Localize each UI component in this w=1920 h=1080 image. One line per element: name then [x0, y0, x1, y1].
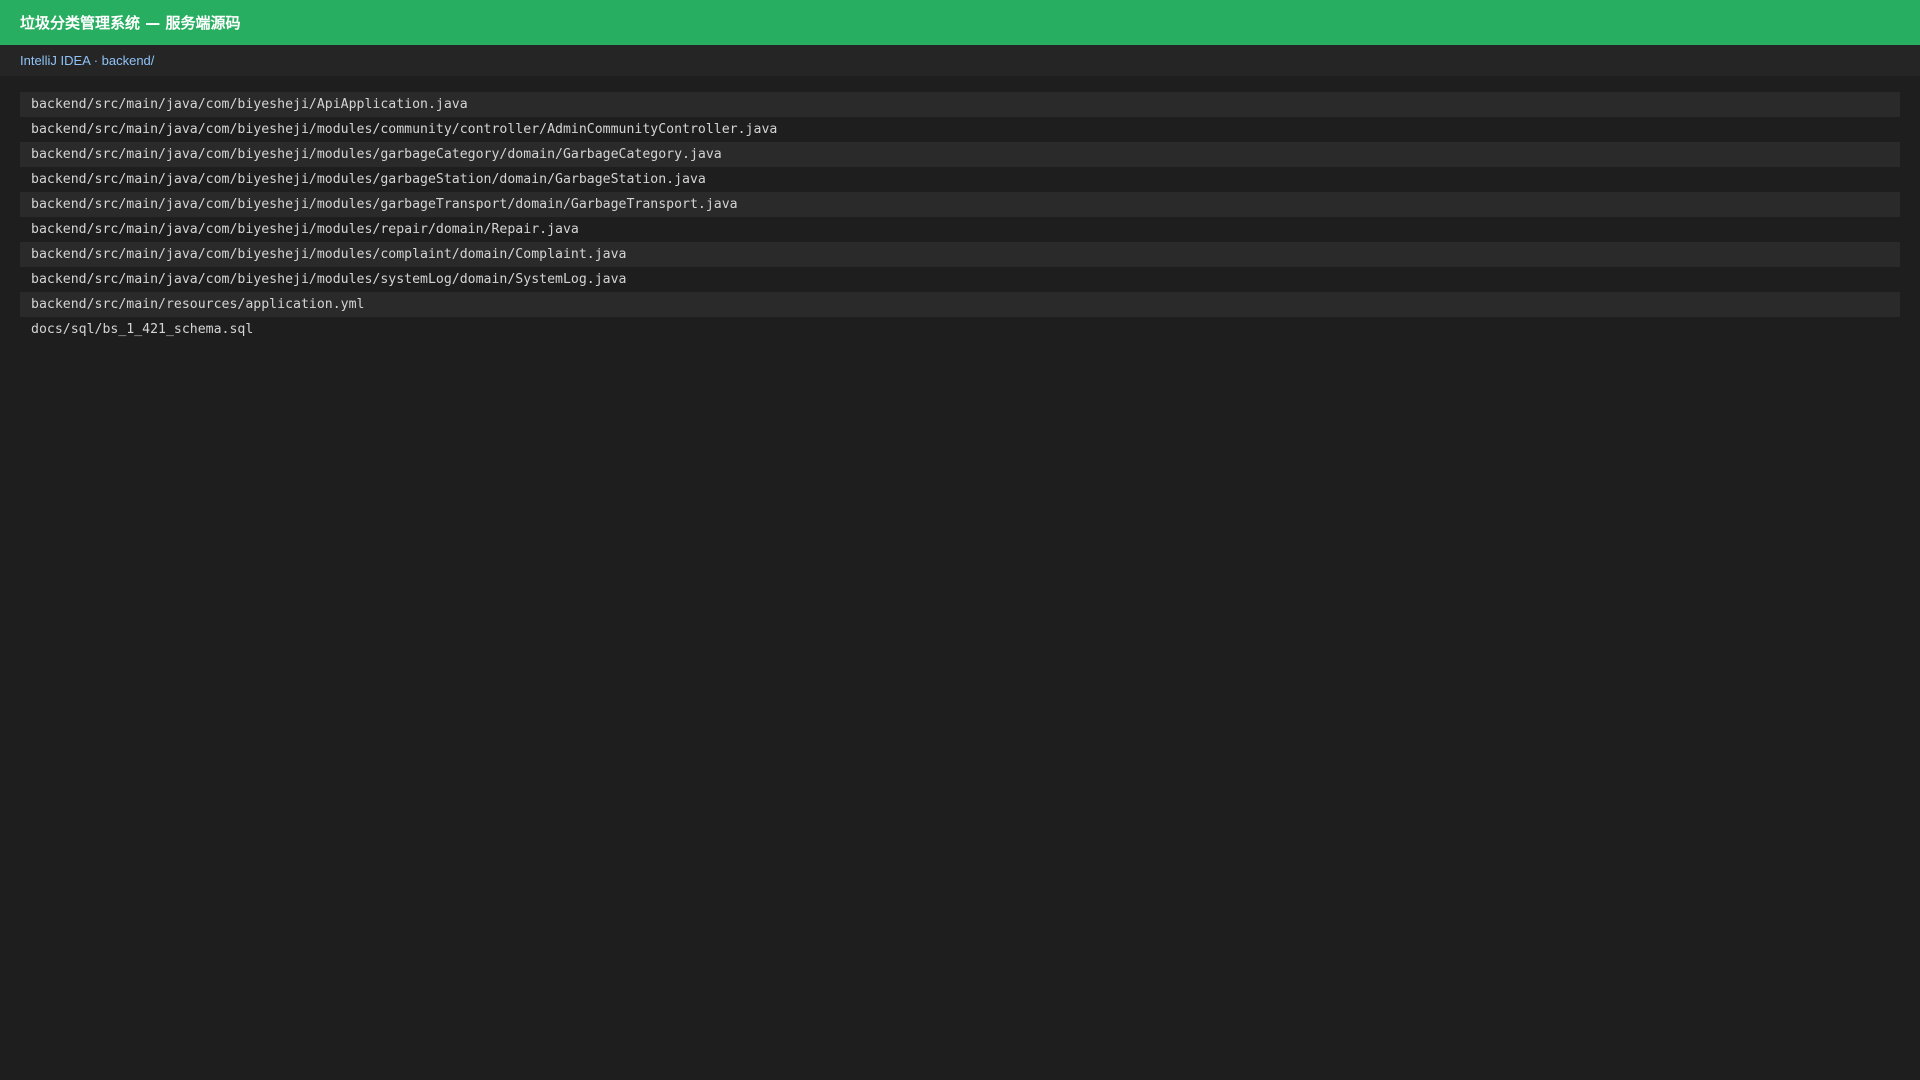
file-item[interactable]: docs/sql/bs_1_421_schema.sql	[20, 317, 1900, 342]
file-list: backend/src/main/java/com/biyesheji/ApiA…	[20, 92, 1900, 342]
file-item[interactable]: backend/src/main/java/com/biyesheji/modu…	[20, 242, 1900, 267]
breadcrumb-text[interactable]: IntelliJ IDEA · backend/	[20, 53, 154, 68]
file-item[interactable]: backend/src/main/java/com/biyesheji/modu…	[20, 267, 1900, 292]
file-item[interactable]: backend/src/main/java/com/biyesheji/modu…	[20, 142, 1900, 167]
file-item[interactable]: backend/src/main/java/com/biyesheji/modu…	[20, 117, 1900, 142]
file-item[interactable]: backend/src/main/java/com/biyesheji/modu…	[20, 167, 1900, 192]
file-item[interactable]: backend/src/main/java/com/biyesheji/ApiA…	[20, 92, 1900, 117]
page-title: 垃圾分类管理系统 — 服务端源码	[20, 14, 241, 32]
app-header: 垃圾分类管理系统 — 服务端源码	[0, 0, 1920, 45]
file-item[interactable]: backend/src/main/java/com/biyesheji/modu…	[20, 217, 1900, 242]
breadcrumb: IntelliJ IDEA · backend/	[0, 45, 1920, 76]
file-item[interactable]: backend/src/main/resources/application.y…	[20, 292, 1900, 317]
file-item[interactable]: backend/src/main/java/com/biyesheji/modu…	[20, 192, 1900, 217]
